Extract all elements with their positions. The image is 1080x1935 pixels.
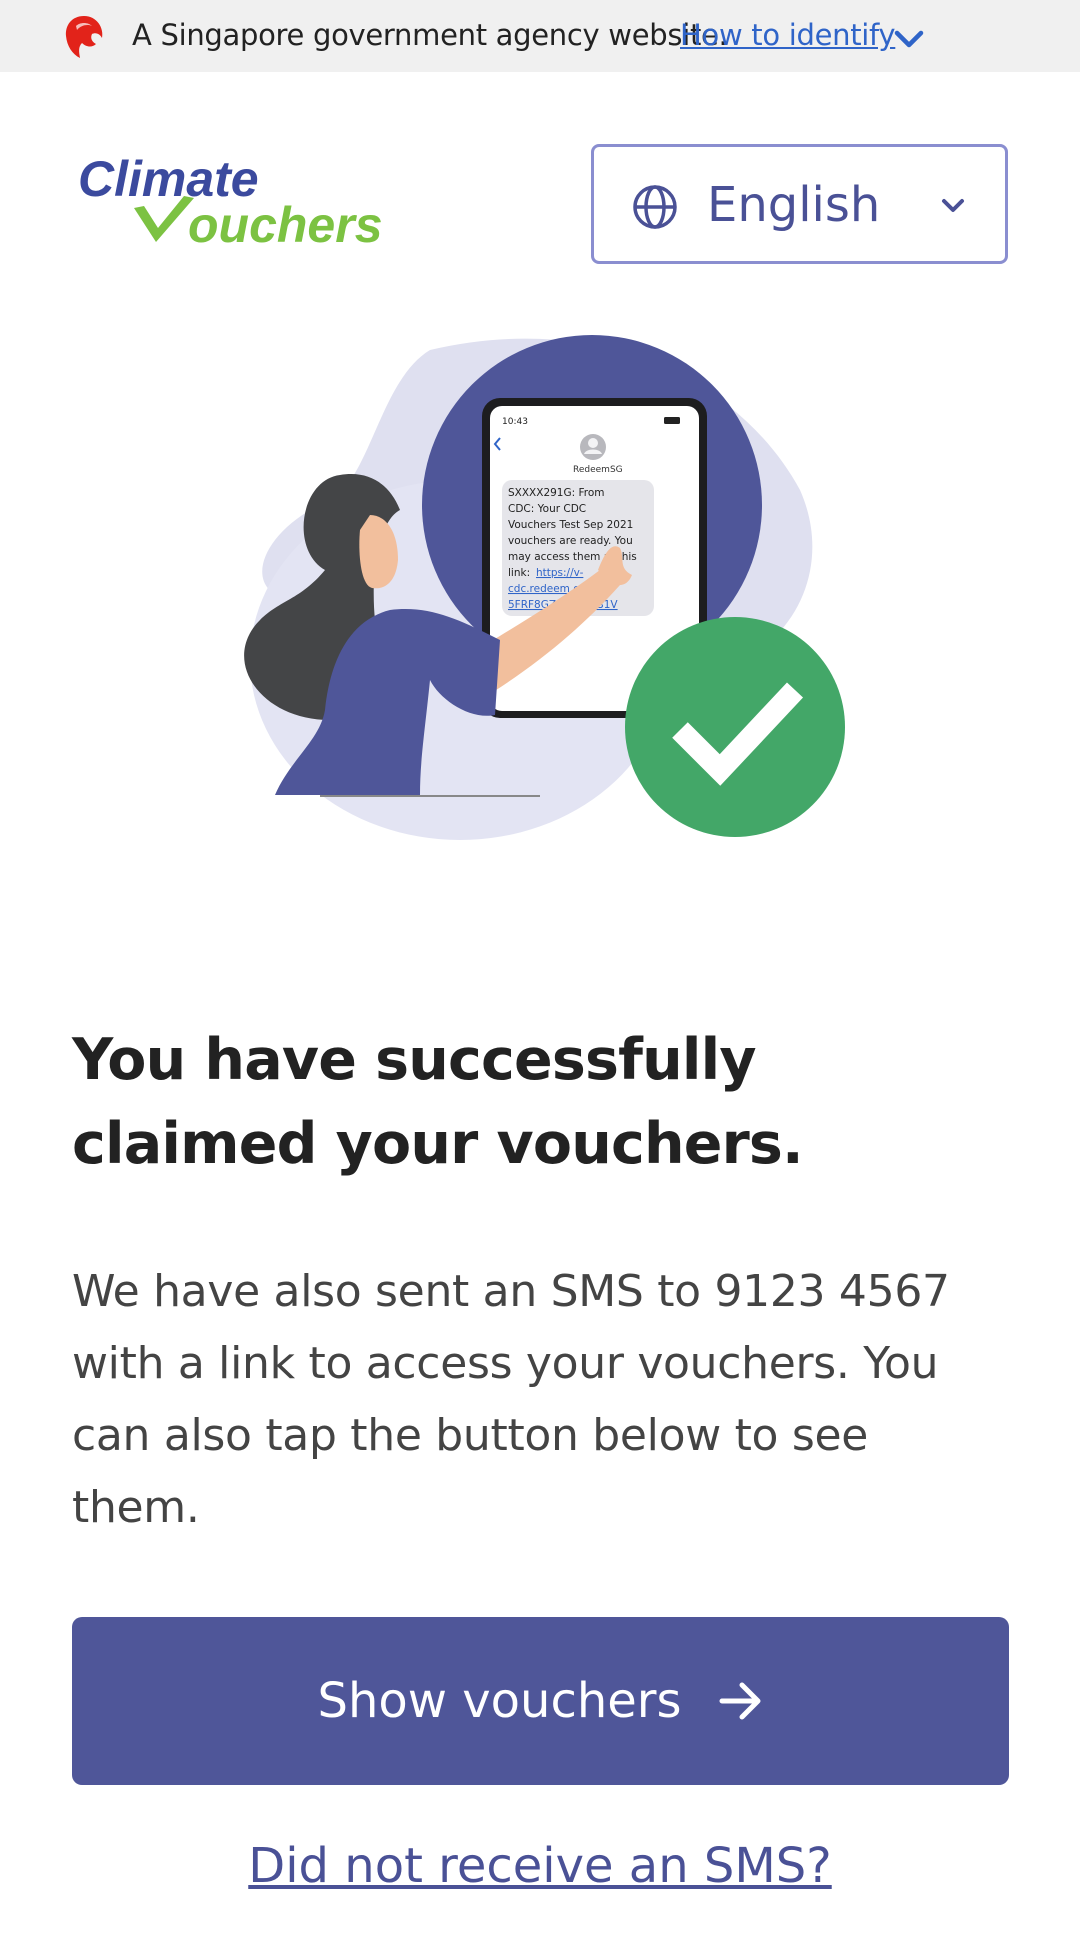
title-line-1: You have successfully [72, 1027, 757, 1093]
language-selected: English [707, 177, 881, 233]
lion-head-icon [65, 16, 103, 58]
sms-line-6: link: [508, 567, 530, 579]
sms-line-3: Vouchers Test Sep 2021 [508, 519, 633, 531]
arrow-right-icon [719, 1682, 761, 1720]
message-line-3: can also tap the button below to see [72, 1410, 869, 1461]
show-vouchers-button[interactable]: Show vouchers [72, 1617, 1009, 1785]
page-title: You have successfully claimed your vouch… [72, 1018, 972, 1186]
chevron-down-icon[interactable] [893, 26, 925, 52]
success-check-circle [625, 617, 845, 837]
confirmation-message: We have also sent an SMS to 9123 4567 wi… [72, 1256, 1012, 1544]
show-vouchers-label: Show vouchers [317, 1673, 682, 1729]
sms-illustration: 10:43 RedeemSG SXXXX291G: From CDC: Your… [244, 335, 845, 840]
masthead-text: A Singapore government agency website. [132, 18, 728, 52]
language-selector[interactable]: English [591, 144, 1008, 264]
sms-line-4: vouchers are ready. You [508, 535, 633, 547]
chevron-down-icon [942, 199, 964, 212]
message-line-2: with a link to access your vouchers. You [72, 1338, 939, 1389]
did-not-receive-sms-link[interactable]: Did not receive an SMS? [0, 1838, 1080, 1894]
gov-masthead: A Singapore government agency website. H… [0, 0, 1080, 72]
globe-icon [633, 185, 677, 229]
phone-time: 10:43 [502, 417, 528, 427]
sms-link-line-1: https://v- [536, 567, 584, 579]
phone-sender: RedeemSG [573, 465, 623, 475]
message-line-4: them. [72, 1482, 200, 1533]
how-to-identify-link[interactable]: How to identify [680, 18, 896, 52]
title-line-2: claimed your vouchers. [72, 1111, 804, 1177]
sms-line-2: CDC: Your CDC [508, 503, 586, 515]
message-line-1: We have also sent an SMS to 9123 4567 [72, 1266, 950, 1317]
sms-line-1: SXXXX291G: From [508, 487, 605, 499]
logo-word-vouchers: ouchers [188, 197, 383, 253]
climate-vouchers-logo: Climate ouchers [78, 151, 383, 253]
